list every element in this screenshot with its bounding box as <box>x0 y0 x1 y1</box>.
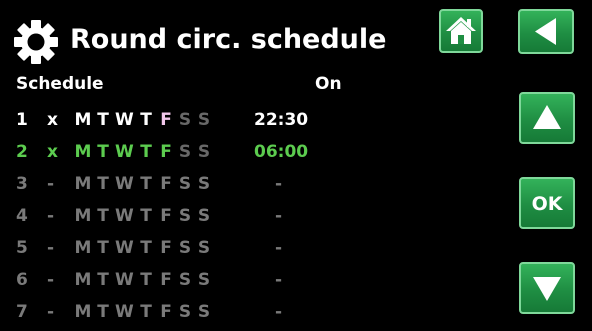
schedule-row[interactable]: 3-MTWTFSS- <box>0 169 360 199</box>
day-toggle: S <box>197 142 211 162</box>
day-toggle: S <box>178 174 192 194</box>
day-toggle: S <box>178 142 192 162</box>
row-number: 7 <box>16 302 28 322</box>
row-number: 3 <box>16 174 28 194</box>
day-toggle: M <box>74 302 92 322</box>
day-toggle: W <box>115 238 134 258</box>
day-toggle: M <box>74 142 92 162</box>
row-time: 06:00 <box>254 142 309 162</box>
day-toggle: W <box>115 142 134 162</box>
schedule-row[interactable]: 1 x M T W T F S S 22:30 <box>0 105 360 135</box>
schedule-row[interactable]: 6-MTWTFSS- <box>0 265 360 295</box>
screen: Round circ. schedule Schedule On 1xMTWTF… <box>0 0 592 331</box>
day-toggle: T <box>97 238 109 258</box>
day-toggle: S <box>197 270 211 290</box>
row-number: 4 <box>16 206 28 226</box>
row-active-marker: - <box>47 238 55 258</box>
day-toggle: S <box>197 110 211 130</box>
row-active-marker: - <box>47 206 55 226</box>
row-time: - <box>275 270 283 290</box>
gear-icon <box>14 20 58 64</box>
scroll-up-button[interactable] <box>519 92 575 144</box>
day-toggle: W <box>115 174 134 194</box>
row-time: - <box>275 238 283 258</box>
day-toggle: T <box>140 174 152 194</box>
day-toggle: T <box>140 270 152 290</box>
day-toggle: F <box>160 206 172 226</box>
day-toggle: W <box>115 270 134 290</box>
row-active-marker: x <box>47 142 58 162</box>
day-toggle: F <box>160 270 172 290</box>
day-toggle: S <box>178 110 192 130</box>
day-toggle: S <box>197 238 211 258</box>
row-active-marker: x <box>47 110 58 130</box>
home-button[interactable] <box>439 9 483 53</box>
schedule-row[interactable]: 5-MTWTFSS- <box>0 233 360 263</box>
on-column-header: On <box>315 74 342 94</box>
row-time: - <box>275 174 283 194</box>
row-time: - <box>275 206 283 226</box>
day-toggle: T <box>97 270 109 290</box>
row-number: 5 <box>16 238 28 258</box>
up-arrow-icon <box>533 105 561 129</box>
day-toggle: T <box>97 174 109 194</box>
row-active-marker: - <box>47 270 55 290</box>
day-toggle: W <box>115 110 134 130</box>
back-button[interactable] <box>518 9 574 54</box>
day-toggle: S <box>178 238 192 258</box>
day-toggle: T <box>140 206 152 226</box>
day-toggle: S <box>197 302 211 322</box>
day-toggle: T <box>97 142 109 162</box>
ok-button[interactable]: OK <box>519 177 575 229</box>
day-toggle: F <box>160 238 172 258</box>
day-toggle: T <box>97 206 109 226</box>
scroll-down-button[interactable] <box>519 262 575 314</box>
day-toggle: M <box>74 238 92 258</box>
schedule-row[interactable]: 4-MTWTFSS- <box>0 201 360 231</box>
row-number: 6 <box>16 270 28 290</box>
row-number: 1 <box>16 110 28 130</box>
day-toggle: T <box>140 142 152 162</box>
ok-button-label: OK <box>531 193 563 215</box>
day-toggle: F <box>160 302 172 322</box>
row-time: - <box>275 302 283 322</box>
day-toggle: F <box>160 142 172 162</box>
day-toggle: F <box>160 110 172 130</box>
schedule-row[interactable]: 7-MTWTFSS- <box>0 297 360 327</box>
home-icon <box>446 17 476 44</box>
row-time: 22:30 <box>254 110 309 130</box>
day-toggle: T <box>140 110 152 130</box>
day-toggle: M <box>74 206 92 226</box>
day-toggle: T <box>140 302 152 322</box>
day-toggle: W <box>115 302 134 322</box>
down-arrow-icon <box>533 277 561 301</box>
day-toggle: S <box>178 270 192 290</box>
day-toggle: T <box>97 110 109 130</box>
back-arrow-icon <box>535 18 556 45</box>
day-toggle: W <box>115 206 134 226</box>
day-toggle: M <box>74 270 92 290</box>
row-number: 2 <box>16 142 28 162</box>
day-toggle: F <box>160 174 172 194</box>
day-toggle: T <box>97 302 109 322</box>
row-active-marker: - <box>47 302 55 322</box>
row-active-marker: - <box>47 174 55 194</box>
day-toggle: M <box>74 110 92 130</box>
day-toggle: S <box>178 206 192 226</box>
day-toggle: S <box>197 206 211 226</box>
day-toggle: S <box>197 174 211 194</box>
day-toggle: S <box>178 302 192 322</box>
page-title: Round circ. schedule <box>70 24 387 55</box>
schedule-row[interactable]: 2 x M T W T F S S 06:00 <box>0 137 360 167</box>
schedule-column-header: Schedule <box>16 74 104 94</box>
day-toggle: M <box>74 174 92 194</box>
day-toggle: T <box>140 238 152 258</box>
